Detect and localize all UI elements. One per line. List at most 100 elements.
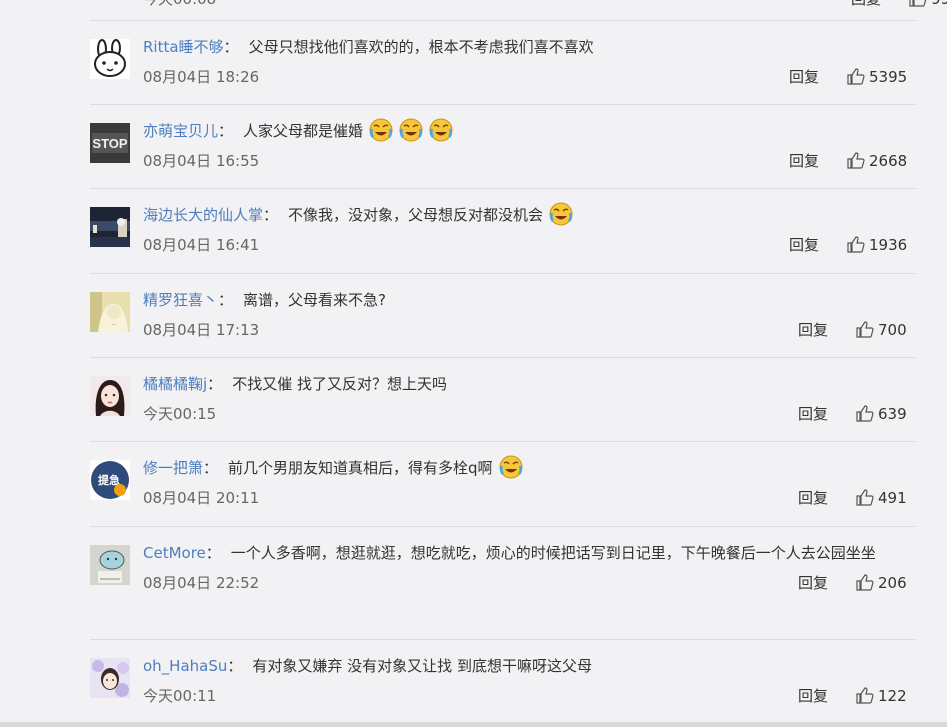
comment-text: 父母只想找他们喜欢的的，根本不考虑我们喜不喜欢 — [248, 38, 594, 56]
like-count: 639 — [878, 405, 907, 423]
comment-body: 修一把箫： 前几个男朋友知道真相后，得有多栓q啊 08月04日 20:11 回复 … — [143, 442, 916, 511]
avatar-purple[interactable] — [90, 658, 130, 698]
comment-body: oh_HahaSu： 有对象又嫌弃 没有对象又让找 到底想干嘛呀这父母 今天00:… — [143, 640, 916, 709]
emoji-group — [493, 455, 523, 479]
comment-item: ··· 精罗狂喜丶： 离谱，父母看来不急? 08月04日 17:13 回复 700 — [90, 274, 916, 358]
emoji-group — [543, 202, 573, 226]
like-count: 491 — [878, 489, 907, 507]
comment-body: 海边长大的仙人掌： 不像我，没对象，父母想反对都没机会 08月04日 16:41 … — [143, 189, 916, 258]
comment-text-line: 橘橘橘鞠j： 不找又催 找了又反对？想上天吗 — [143, 370, 916, 398]
comment-meta: 08月04日 16:41 回复 1936 — [143, 234, 916, 258]
comment-item: Ritta睡不够： 父母只想找他们喜欢的的，根本不考虑我们喜不喜欢 08月04日 … — [90, 21, 916, 105]
comment-list: 今天00:08 回复 991 Ritta睡不够：父母只想找他们喜欢的的，根本不考… — [90, 0, 947, 724]
emoji-group — [363, 118, 453, 142]
comment-item: oh_HahaSu： 有对象又嫌弃 没有对象又让找 到底想干嘛呀这父母 今天00:… — [90, 640, 916, 724]
comment-item: STOP 亦萌宝贝儿： 人家父母都是催婚 08月04日 16:55 回复 2668 — [90, 105, 916, 189]
thumbs-up-icon — [856, 321, 874, 338]
comment-text-line: 精罗狂喜丶： 离谱，父母看来不急? — [143, 286, 916, 314]
comment-body: 亦萌宝贝儿： 人家父母都是催婚 08月04日 16:55 回复 2668 — [143, 105, 916, 174]
thumbs-up-icon — [847, 152, 865, 169]
bottom-scroll-edge — [0, 722, 947, 727]
username-link[interactable]: 橘橘橘鞠j — [143, 375, 207, 393]
reply-button[interactable]: 回复 — [789, 234, 819, 255]
reply-button[interactable]: 回复 — [789, 150, 819, 171]
comment-meta: 08月04日 17:13 回复 700 — [143, 319, 916, 343]
like-button[interactable]: 1936 — [847, 236, 907, 254]
thumbs-up-icon — [856, 405, 874, 422]
comment-text: 有对象又嫌弃 没有对象又让找 到底想干嘛呀这父母 — [252, 657, 592, 675]
avatar-rabbit[interactable] — [90, 39, 130, 79]
avatar-girl[interactable] — [90, 376, 130, 416]
reply-button[interactable]: 回复 — [798, 685, 828, 706]
avatar-stop[interactable]: STOP — [90, 123, 130, 163]
like-count: 1936 — [869, 236, 908, 254]
comment-meta: 08月04日 22:52 回复 206 — [143, 572, 916, 596]
username-link[interactable]: CetMore — [143, 544, 206, 562]
comment-date: 今天00:15 — [143, 405, 217, 423]
comment-text-line: Ritta睡不够： 父母只想找他们喜欢的的，根本不考虑我们喜不喜欢 — [143, 33, 916, 61]
comment-date: 08月04日 17:13 — [143, 321, 260, 339]
crying-laugh-emoji-icon — [369, 118, 393, 142]
comment-item: CetMore： 一个人多香啊，想逛就逛，想吃就吃，烦心的时候把话写到日记里，下午… — [90, 527, 916, 640]
comment-text: 前几个男朋友知道真相后，得有多栓q啊 — [228, 459, 493, 477]
comment-date: 08月04日 18:26 — [143, 68, 260, 86]
like-count: 5395 — [869, 68, 908, 86]
crying-laugh-emoji-icon — [499, 455, 523, 479]
reply-button[interactable]: 回复 — [851, 0, 881, 9]
avatar-yellow[interactable]: ··· — [90, 292, 130, 332]
comment-meta: 08月04日 18:26 回复 5395 — [143, 66, 916, 90]
comment-meta: 08月04日 20:11 回复 491 — [143, 487, 916, 511]
comment-date: 08月04日 16:41 — [143, 236, 260, 254]
username-link[interactable]: 精罗狂喜丶 — [143, 291, 218, 309]
colon-separator: ： — [227, 657, 243, 675]
crying-laugh-emoji-icon — [399, 118, 423, 142]
comment-body: 橘橘橘鞠j： 不找又催 找了又反对？想上天吗 今天00:15 回复 639 — [143, 358, 916, 427]
username-link[interactable]: 亦萌宝贝儿 — [143, 122, 218, 140]
comment-body: Ritta睡不够： 父母只想找他们喜欢的的，根本不考虑我们喜不喜欢 08月04日 … — [143, 21, 916, 90]
like-count: 991 — [931, 0, 947, 8]
svg-text:STOP: STOP — [92, 136, 127, 151]
like-count: 122 — [878, 687, 907, 705]
comment-body: 精罗狂喜丶： 离谱，父母看来不急? 08月04日 17:13 回复 700 — [143, 274, 916, 343]
comment-text: 离谱，父母看来不急? — [243, 291, 386, 309]
comment-date: 08月04日 20:11 — [143, 489, 260, 507]
like-button[interactable]: 700 — [856, 321, 907, 339]
reply-button[interactable]: 回复 — [798, 403, 828, 424]
comment-text-line: 修一把箫： 前几个男朋友知道真相后，得有多栓q啊 — [143, 454, 916, 482]
like-count: 206 — [878, 574, 907, 592]
avatar-city[interactable] — [90, 207, 130, 247]
comment-text: 不找又催 找了又反对？想上天吗 — [232, 375, 447, 393]
username-link[interactable]: 修一把箫 — [143, 459, 203, 477]
svg-text:···: ··· — [112, 322, 117, 328]
username-link[interactable]: Ritta睡不够 — [143, 38, 224, 56]
colon-separator: ： — [203, 459, 219, 477]
comment-text-line: 海边长大的仙人掌： 不像我，没对象，父母想反对都没机会 — [143, 201, 916, 229]
like-button[interactable]: 5395 — [847, 68, 907, 86]
comment-text-line: CetMore： 一个人多香啊，想逛就逛，想吃就吃，烦心的时候把话写到日记里，下午… — [143, 539, 916, 567]
comment-date: 08月04日 16:55 — [143, 152, 260, 170]
username-link[interactable]: 海边长大的仙人掌 — [143, 206, 263, 224]
reply-button[interactable]: 回复 — [798, 487, 828, 508]
comment-item: 橘橘橘鞠j： 不找又催 找了又反对？想上天吗 今天00:15 回复 639 — [90, 358, 916, 442]
comment-meta: 今天00:15 回复 639 — [143, 403, 916, 427]
like-button[interactable]: 991 — [909, 0, 947, 8]
reply-button[interactable]: 回复 — [798, 319, 828, 340]
like-button[interactable]: 2668 — [847, 152, 907, 170]
comment-meta: 今天00:11 回复 122 — [143, 685, 916, 709]
reply-button[interactable]: 回复 — [789, 66, 819, 87]
comment-feed: 今天00:08 回复 991 Ritta睡不够：父母只想找他们喜欢的的，根本不考… — [0, 0, 947, 727]
reply-button[interactable]: 回复 — [798, 572, 828, 593]
like-button[interactable]: 639 — [856, 405, 907, 423]
comment-text: 不像我，没对象，父母想反对都没机会 — [288, 206, 544, 224]
like-button[interactable]: 206 — [856, 574, 907, 592]
like-button[interactable]: 122 — [856, 687, 907, 705]
comment-text-line: 亦萌宝贝儿： 人家父母都是催婚 — [143, 117, 916, 145]
like-count: 2668 — [869, 152, 908, 170]
thumbs-up-icon — [856, 687, 874, 704]
like-count: 700 — [878, 321, 907, 339]
avatar-cloud[interactable] — [90, 545, 130, 585]
avatar-badge[interactable]: 提急 — [90, 460, 130, 500]
username-link[interactable]: oh_HahaSu — [143, 657, 227, 675]
comment-meta: 今天00:08 回复 991 — [143, 0, 947, 12]
like-button[interactable]: 491 — [856, 489, 907, 507]
